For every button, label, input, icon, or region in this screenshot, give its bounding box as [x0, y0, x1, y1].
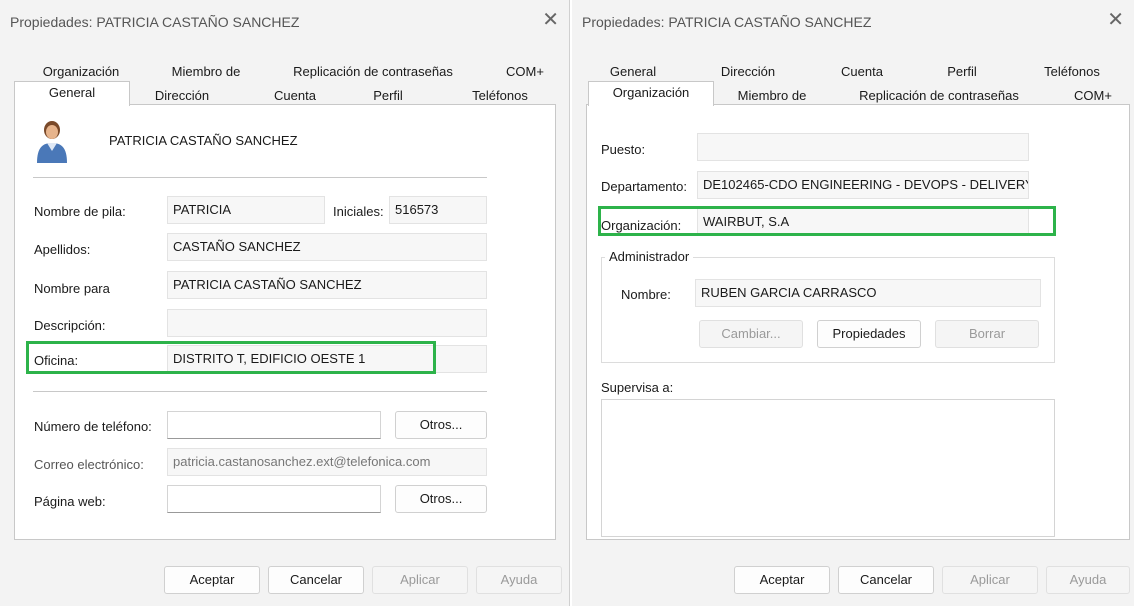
initials-label: Iniciales: — [333, 204, 384, 219]
description-field[interactable] — [167, 309, 487, 337]
title-bar: Propiedades: PATRICIA CASTAÑO SANCHEZ ✕ — [572, 0, 1134, 44]
apply-button[interactable]: Aplicar — [372, 566, 468, 594]
tab-strip: General Dirección Cuenta Perfil Teléfono… — [572, 60, 1134, 106]
office-label: Oficina: — [34, 353, 79, 368]
web-other-button[interactable]: Otros... — [395, 485, 487, 513]
properties-window-general: Propiedades: PATRICIA CASTAÑO SANCHEZ ✕ … — [0, 0, 570, 606]
close-icon[interactable]: ✕ — [1107, 10, 1124, 30]
department-field[interactable]: DE102465-CDO ENGINEERING - DEVOPS - DELI… — [697, 171, 1029, 199]
initials-field[interactable]: 516573 — [389, 196, 487, 224]
description-label: Descripción: — [34, 318, 106, 333]
dialog-buttons: Aceptar Cancelar Aplicar Ayuda — [572, 550, 1134, 606]
properties-window-organization: Propiedades: PATRICIA CASTAÑO SANCHEZ ✕ … — [572, 0, 1134, 606]
department-label: Departamento: — [601, 179, 687, 194]
tab-perfil[interactable]: Perfil — [358, 86, 418, 106]
help-button[interactable]: Ayuda — [476, 566, 562, 594]
display-name-field[interactable]: PATRICIA CASTAÑO SANCHEZ — [167, 271, 487, 299]
title-bar: Propiedades: PATRICIA CASTAÑO SANCHEZ ✕ — [0, 0, 569, 44]
last-name-label: Apellidos: — [34, 242, 91, 257]
last-name-field[interactable]: CASTAÑO SANCHEZ — [167, 233, 487, 261]
manager-name-label: Nombre: — [621, 287, 671, 302]
user-avatar-icon — [37, 121, 67, 163]
tab-strip: Organización Miembro de Replicación de c… — [0, 60, 569, 106]
job-title-label: Puesto: — [601, 142, 646, 157]
email-field[interactable]: patricia.castanosanchez.ext@telefonica.c… — [167, 448, 487, 476]
tab-organizacion[interactable]: Organización — [40, 62, 122, 82]
tab-telefonos[interactable]: Teléfonos — [460, 86, 540, 106]
organization-panel: Puesto: Departamento: DE102465-CDO ENGIN… — [586, 104, 1130, 540]
close-icon[interactable]: ✕ — [542, 10, 559, 30]
phone-field[interactable] — [167, 411, 381, 439]
help-button[interactable]: Ayuda — [1046, 566, 1130, 594]
manager-group-label: Administrador — [605, 249, 694, 264]
tab-cuenta[interactable]: Cuenta — [262, 86, 328, 106]
tab-direccion[interactable]: Dirección — [708, 62, 788, 82]
tab-miembro-de[interactable]: Miembro de — [160, 62, 252, 82]
web-page-field[interactable] — [167, 485, 381, 513]
properties-button[interactable]: Propiedades — [817, 320, 921, 348]
phone-label: Número de teléfono: — [34, 419, 152, 434]
manager-name-field[interactable]: RUBEN GARCIA CARRASCO — [695, 279, 1041, 307]
tab-replicacion[interactable]: Replicación de contraseñas — [283, 62, 463, 82]
cancel-button[interactable]: Cancelar — [838, 566, 934, 594]
tab-general[interactable]: General — [598, 62, 668, 82]
dialog-buttons: Aceptar Cancelar Aplicar Ayuda — [0, 550, 569, 606]
display-name-label: PATRICIA CASTAÑO SANCHEZ — [109, 133, 298, 148]
accept-button[interactable]: Aceptar — [164, 566, 260, 594]
first-name-label: Nombre de pila: — [34, 204, 126, 219]
office-field[interactable]: DISTRITO T, EDIFICIO OESTE 1 — [167, 345, 487, 373]
tab-organizacion[interactable]: Organización — [588, 81, 714, 106]
cancel-button[interactable]: Cancelar — [268, 566, 364, 594]
tab-replicacion[interactable]: Replicación de contraseñas — [844, 86, 1034, 106]
tab-cuenta[interactable]: Cuenta — [827, 62, 897, 82]
change-button[interactable]: Cambiar... — [699, 320, 803, 348]
tab-perfil[interactable]: Perfil — [932, 62, 992, 82]
display-name-field-label: Nombre para — [34, 281, 110, 296]
window-title: Propiedades: PATRICIA CASTAÑO SANCHEZ — [582, 14, 872, 30]
direct-reports-list[interactable] — [601, 399, 1055, 537]
web-page-label: Página web: — [34, 494, 106, 509]
tab-direccion[interactable]: Dirección — [145, 86, 219, 106]
tab-com[interactable]: COM+ — [1068, 86, 1118, 106]
accept-button[interactable]: Aceptar — [734, 566, 830, 594]
email-label: Correo electrónico: — [34, 457, 144, 472]
separator — [33, 391, 487, 392]
apply-button[interactable]: Aplicar — [942, 566, 1038, 594]
tab-com[interactable]: COM+ — [500, 62, 550, 82]
organization-label: Organización: — [601, 218, 682, 233]
tab-miembro-de[interactable]: Miembro de — [722, 86, 822, 106]
first-name-field[interactable]: PATRICIA — [167, 196, 325, 224]
tab-telefonos[interactable]: Teléfonos — [1034, 62, 1110, 82]
delete-button[interactable]: Borrar — [935, 320, 1039, 348]
direct-reports-label: Supervisa a: — [601, 380, 674, 395]
window-title: Propiedades: PATRICIA CASTAÑO SANCHEZ — [10, 14, 300, 30]
phone-other-button[interactable]: Otros... — [395, 411, 487, 439]
organization-field[interactable]: WAIRBUT, S.A — [697, 208, 1029, 236]
general-panel: PATRICIA CASTAÑO SANCHEZ Nombre de pila:… — [14, 104, 556, 540]
tab-general[interactable]: General — [14, 81, 130, 106]
separator — [33, 177, 487, 178]
job-title-field[interactable] — [697, 133, 1029, 161]
